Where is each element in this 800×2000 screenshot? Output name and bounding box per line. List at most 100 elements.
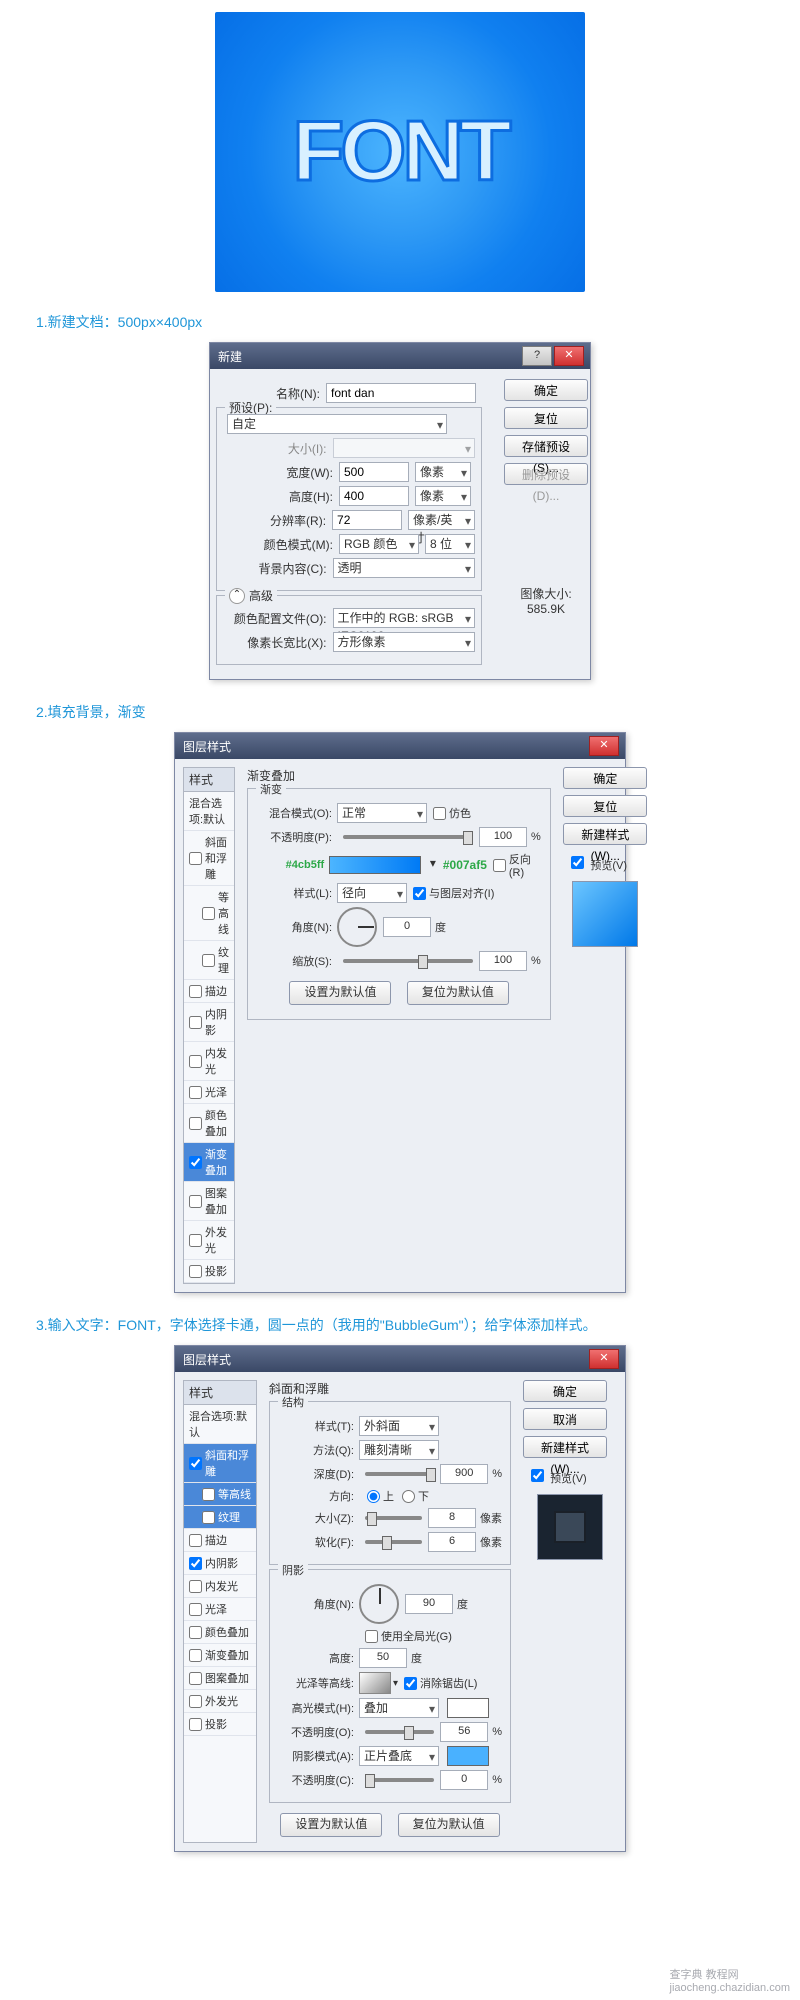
- ls2-depth-val[interactable]: 900: [440, 1464, 488, 1484]
- ls2-style-select[interactable]: 外斜面: [359, 1416, 439, 1436]
- ls1-item-satin[interactable]: 光泽: [184, 1081, 234, 1104]
- ls1-item-patoverlay[interactable]: 图案叠加: [184, 1182, 234, 1221]
- ls1-item-stroke[interactable]: 描边: [184, 980, 234, 1003]
- bits-select[interactable]: 8 位: [425, 534, 475, 554]
- ls2-soften-val[interactable]: 6: [428, 1532, 476, 1552]
- res-unit[interactable]: 像素/英寸: [408, 510, 475, 530]
- ls1-preview-cb[interactable]: [571, 856, 584, 869]
- ls2-item-outerglow[interactable]: 外发光: [184, 1690, 256, 1713]
- ls2-shop-val[interactable]: 0: [440, 1770, 488, 1790]
- ls1-opacity-val[interactable]: 100: [479, 827, 527, 847]
- ls1-set-default[interactable]: 设置为默认值: [289, 981, 391, 1005]
- ls1-item-texture[interactable]: 纹理: [184, 941, 234, 980]
- ls2-shcolor[interactable]: [447, 1746, 489, 1766]
- ok-button[interactable]: 确定: [504, 379, 588, 401]
- ls1-item-bevel[interactable]: 斜面和浮雕: [184, 831, 234, 886]
- ls1-ok[interactable]: 确定: [563, 767, 647, 789]
- ls2-hlcolor[interactable]: [447, 1698, 489, 1718]
- ls2-dir-up[interactable]: [367, 1490, 380, 1503]
- ls1-blend-select[interactable]: 正常: [337, 803, 427, 823]
- ls2-item-coloroverlay[interactable]: 颜色叠加: [184, 1621, 256, 1644]
- ls1-item-coloroverlay[interactable]: 颜色叠加: [184, 1104, 234, 1143]
- profile-select[interactable]: 工作中的 RGB: sRGB IEC6196...: [333, 608, 475, 628]
- width-input[interactable]: [339, 462, 409, 482]
- ls1-reverse-cb[interactable]: [493, 859, 506, 872]
- ls2-antialias-cb[interactable]: [404, 1677, 417, 1690]
- ls2-item-stroke[interactable]: 描边: [184, 1529, 256, 1552]
- ls2-size-val[interactable]: 8: [428, 1508, 476, 1528]
- ls2-item-innerglow[interactable]: 内发光: [184, 1575, 256, 1598]
- aspect-select[interactable]: 方形像素: [333, 632, 475, 652]
- close-btn[interactable]: ✕: [554, 346, 584, 366]
- ls2-size-slider[interactable]: [365, 1516, 422, 1520]
- ls2-hlop-slider[interactable]: [365, 1730, 434, 1734]
- ls1-styles-head[interactable]: 样式: [184, 768, 234, 792]
- ls1-scale-val[interactable]: 100: [479, 951, 527, 971]
- ls2-new-style[interactable]: 新建样式(W)...: [523, 1436, 607, 1458]
- ls2-shop-slider[interactable]: [365, 1778, 434, 1782]
- ls1-grad-edit[interactable]: [329, 856, 421, 874]
- ls2-preview-cb[interactable]: [531, 1469, 544, 1482]
- ls1-item-outerglow[interactable]: 外发光: [184, 1221, 234, 1260]
- ls2-item-texture[interactable]: 纹理: [184, 1506, 256, 1529]
- ls2-cancel[interactable]: 取消: [523, 1408, 607, 1430]
- ls2-angle-val[interactable]: 90: [405, 1594, 453, 1614]
- ls2-lab-hlop: 不透明度(O):: [278, 1724, 359, 1740]
- ls2-item-satin[interactable]: 光泽: [184, 1598, 256, 1621]
- ls2-hlmode-select[interactable]: 叠加: [359, 1698, 439, 1718]
- ls2-item-dropshadow[interactable]: 投影: [184, 1713, 256, 1736]
- ls2-item-gradoverlay[interactable]: 渐变叠加: [184, 1644, 256, 1667]
- ls1-item-innerglow[interactable]: 内发光: [184, 1042, 234, 1081]
- ls1-angle-val[interactable]: 0: [383, 917, 431, 937]
- mode-select[interactable]: RGB 颜色: [339, 534, 419, 554]
- ls1-blend-head[interactable]: 混合选项:默认: [184, 792, 234, 831]
- ls2-global-cb[interactable]: [365, 1630, 378, 1643]
- res-input[interactable]: [332, 510, 402, 530]
- reset-button[interactable]: 复位: [504, 407, 588, 429]
- width-unit[interactable]: 像素: [415, 462, 471, 482]
- help-btn[interactable]: ?: [522, 346, 552, 366]
- layer-style-dialog-1: 图层样式 ✕ 样式 混合选项:默认 斜面和浮雕 等高线 纹理 描边 内阴影 内发…: [174, 732, 626, 1293]
- ls2-hlop-val[interactable]: 56: [440, 1722, 488, 1742]
- ls2-close[interactable]: ✕: [589, 1349, 619, 1369]
- ls2-alt-val[interactable]: 50: [359, 1648, 407, 1668]
- ls2-item-contour[interactable]: 等高线: [184, 1483, 256, 1506]
- ls2-item-innershadow[interactable]: 内阴影: [184, 1552, 256, 1575]
- ls1-new-style[interactable]: 新建样式(W)...: [563, 823, 647, 845]
- hero: FONT: [0, 0, 800, 298]
- ls2-dir-down[interactable]: [402, 1490, 415, 1503]
- ls1-angle-dial[interactable]: [337, 907, 377, 947]
- bg-select[interactable]: 透明: [333, 558, 475, 578]
- ls1-dither-cb[interactable]: [433, 807, 446, 820]
- ls1-scale-slider[interactable]: [343, 959, 473, 963]
- ls2-ok[interactable]: 确定: [523, 1380, 607, 1402]
- ls1-item-dropshadow[interactable]: 投影: [184, 1260, 234, 1283]
- ls2-angle-dial[interactable]: [359, 1584, 399, 1624]
- ls2-depth-slider[interactable]: [365, 1472, 434, 1476]
- ls2-soften-slider[interactable]: [365, 1540, 422, 1544]
- ls2-gloss-contour[interactable]: [359, 1672, 391, 1694]
- ls1-item-gradoverlay[interactable]: 渐变叠加: [184, 1143, 234, 1182]
- ls2-styles-head[interactable]: 样式: [184, 1381, 256, 1405]
- ls2-set-default[interactable]: 设置为默认值: [280, 1813, 382, 1837]
- ls1-style-select[interactable]: 径向: [337, 883, 407, 903]
- height-unit[interactable]: 像素: [415, 486, 471, 506]
- ls2-blend-head[interactable]: 混合选项:默认: [184, 1405, 256, 1444]
- height-input[interactable]: [339, 486, 409, 506]
- preset-select[interactable]: 自定: [227, 414, 447, 434]
- ls2-reset-default[interactable]: 复位为默认值: [398, 1813, 500, 1837]
- ls1-opacity-slider[interactable]: [343, 835, 473, 839]
- ls1-reset-default[interactable]: 复位为默认值: [407, 981, 509, 1005]
- ls2-item-bevel[interactable]: 斜面和浮雕: [184, 1444, 256, 1483]
- ls1-align-cb[interactable]: [413, 887, 426, 900]
- adv-toggle-icon[interactable]: ⌃: [229, 588, 245, 604]
- name-input[interactable]: [326, 383, 476, 403]
- save-preset-button[interactable]: 存储预设(S)...: [504, 435, 588, 457]
- ls1-reset[interactable]: 复位: [563, 795, 647, 817]
- ls2-item-patoverlay[interactable]: 图案叠加: [184, 1667, 256, 1690]
- ls2-shmode-select[interactable]: 正片叠底: [359, 1746, 439, 1766]
- ls1-close[interactable]: ✕: [589, 736, 619, 756]
- ls1-item-contour[interactable]: 等高线: [184, 886, 234, 941]
- ls2-tech-select[interactable]: 雕刻清晰: [359, 1440, 439, 1460]
- ls1-item-innershadow[interactable]: 内阴影: [184, 1003, 234, 1042]
